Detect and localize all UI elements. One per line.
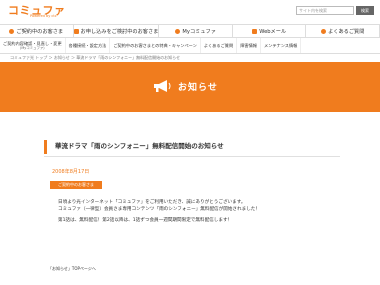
subnav-connection-settings[interactable]: 各種接続・設定方法 xyxy=(66,38,111,53)
article-title-box: 華流ドラマ「雨のシンフォニー」無料配信開始のお知らせ xyxy=(44,140,340,154)
page-title: お知らせ xyxy=(178,83,218,93)
nav-prospective-customers[interactable]: お申し込みをご検討中のお客さま xyxy=(73,25,160,37)
nav-label: Webメール xyxy=(259,28,287,35)
nav-label: お申し込みをご検討中のお客さま xyxy=(80,28,159,35)
sub-navigation: ご契約内容確認・見直し・変更 (Myコミュファ) 各種接続・設定方法 ご契約中の… xyxy=(0,38,380,54)
subnav-sublabel: (Myコミュファ) xyxy=(20,45,45,50)
subnav-label: 障害情報 xyxy=(240,43,257,48)
search-button[interactable]: 検索 xyxy=(356,6,374,15)
nav-my-commufa[interactable]: Myコミュファ xyxy=(159,25,233,37)
page-banner: お知らせ xyxy=(0,62,380,112)
site-header: コミュファ Powered by ctc サイト内を検索 検索 xyxy=(0,0,380,22)
logo-subtitle: Powered by ctc xyxy=(30,14,57,18)
main-navigation: ご契約中のお客さま お申し込みをご検討中のお客さま Myコミュファ Webメール… xyxy=(0,24,380,38)
mail-icon xyxy=(252,28,258,34)
document-icon xyxy=(73,28,79,34)
audience-badge: ご契約中のお客さま xyxy=(50,181,102,189)
article-date: 2008年8月17日 xyxy=(52,169,90,175)
title-divider xyxy=(44,156,340,157)
subnav-label: メンテナンス情報 xyxy=(263,43,298,48)
subnav-faq[interactable]: よくあるご質問 xyxy=(201,38,238,53)
body-paragraph: コミュファ（一律型）会員さま専用コンテンツ「雨のシンフォニー」無料配信が開始され… xyxy=(58,207,260,212)
body-paragraph: 第1話は、無料配信！第2話以降は、1話ずつ会員一週間期間限定で無料配信します！ xyxy=(58,218,233,223)
subnav-label: 各種接続・設定方法 xyxy=(68,43,107,48)
home-icon xyxy=(9,28,15,34)
nav-label: ご契約中のお客さま xyxy=(16,28,64,35)
search-input[interactable]: サイト内を検索 xyxy=(296,6,354,15)
subnav-maintenance-info[interactable]: メンテナンス情報 xyxy=(261,38,302,53)
subnav-label: ご契約中のお客さまとの特典・キャンペーン xyxy=(113,43,197,48)
subnav-campaigns[interactable]: ご契約中のお客さまとの特典・キャンペーン xyxy=(110,38,201,53)
breadcrumb[interactable]: コミュファ光 トップ ＞ お知らせ ＞ 華流ドラマ「雨のシンフォニー」無料配信開… xyxy=(10,55,180,61)
article-title: 華流ドラマ「雨のシンフォニー」無料配信開始のお知らせ xyxy=(55,142,224,150)
nav-current-customers[interactable]: ご契約中のお客さま xyxy=(0,25,74,37)
subnav-label: よくあるご質問 xyxy=(203,43,234,48)
article-body: 日頃より光インターネット「コミュファ」をご利用いただき、誠にありがとうございます… xyxy=(58,199,338,224)
subnav-contract-details[interactable]: ご契約内容確認・見直し・変更 (Myコミュファ) xyxy=(0,38,66,53)
nav-label: よくあるご質問 xyxy=(328,28,365,35)
nav-webmail[interactable]: Webメール xyxy=(233,25,307,37)
body-paragraph: 日頃より光インターネット「コミュファ」をご利用いただき、誠にありがとうございます… xyxy=(58,200,246,205)
nav-label: Myコミュファ xyxy=(182,28,216,35)
question-icon xyxy=(321,28,327,34)
footer-links: 「お知らせ」TOPページへ xyxy=(48,266,96,272)
nav-faq[interactable]: よくあるご質問 xyxy=(306,25,380,37)
news-top-link[interactable]: 「お知らせ」TOPページへ xyxy=(48,266,96,271)
person-icon xyxy=(175,28,181,34)
megaphone-icon xyxy=(154,80,171,92)
subnav-outage-info[interactable]: 障害情報 xyxy=(237,38,261,53)
